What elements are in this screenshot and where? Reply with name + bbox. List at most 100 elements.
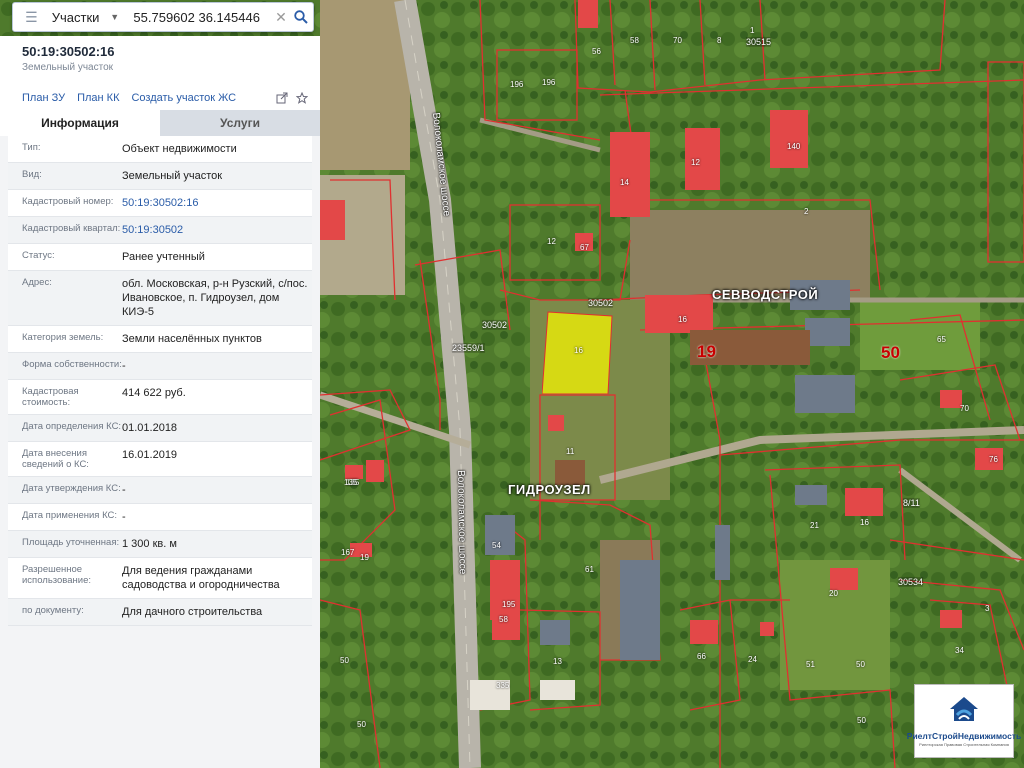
info-row-entry-date: Дата внесения сведений о КС: 16.01.2019	[8, 442, 312, 477]
parcel-number: 14	[620, 178, 629, 187]
info-row-valuation-date: Дата определения КС: 01.01.2018	[8, 415, 312, 442]
info-value: 01.01.2018	[122, 422, 178, 434]
object-type-subtitle: Земельный участок	[22, 62, 114, 73]
parcel-number: 50	[856, 660, 865, 669]
parcel-number: 13	[553, 657, 562, 666]
info-value: Для ведения гражданами садоводства и ого…	[122, 565, 280, 591]
info-key: Разрешенное использование:	[22, 564, 92, 586]
panel-links: План ЗУ План КК Создать участок ЖС	[0, 86, 320, 110]
search-bar: ☰ Участки ▼ ✕	[12, 2, 314, 32]
panel-tabs: Информация Услуги	[0, 110, 320, 136]
parcel-number: 2	[804, 207, 809, 216]
parcel-number: 67	[580, 243, 589, 252]
district-number-19: 19	[697, 342, 716, 361]
menu-icon[interactable]: ☰	[21, 3, 42, 31]
parcel-number: 140	[787, 142, 801, 151]
parcel-number: 19	[360, 553, 369, 562]
highway-label-bottom: Волоколамское шоссе	[455, 470, 468, 575]
info-key: Адрес:	[22, 277, 52, 288]
search-input[interactable]	[123, 9, 274, 25]
info-row-cadastral-number: Кадастровый номер: 50:19:30502:16	[8, 190, 312, 217]
layer-select[interactable]: Участки	[42, 10, 110, 25]
info-value: обл. Московская, р-н Рузский, с/пос. Ива…	[122, 278, 308, 318]
info-row-ownership: Форма собственности: -	[8, 353, 312, 380]
locality-label-gidrouzel: ГИДРОУЗЕЛ	[508, 482, 591, 497]
info-key: Кадастровый квартал:	[22, 223, 121, 234]
info-value: 16.01.2019	[122, 449, 178, 461]
info-value: -	[122, 484, 126, 496]
info-key: Площадь уточненная:	[22, 537, 120, 548]
info-panel: 50:19:30502:16 Земельный участок План ЗУ…	[0, 36, 320, 768]
info-row-address: Адрес: обл. Московская, р-н Рузский, с/по…	[8, 271, 312, 326]
parcel-number: 51	[806, 660, 815, 669]
info-value: Объект недвижимости	[122, 143, 237, 155]
parcel-number: 58	[630, 36, 639, 45]
info-key: Кадастровая стоимость:	[22, 386, 79, 408]
info-value: -	[122, 360, 126, 372]
info-row-cadastral-quarter: Кадастровый квартал: 50:19:30502	[8, 217, 312, 244]
star-icon[interactable]	[295, 91, 309, 109]
parcel-number: 196	[542, 78, 556, 87]
cadastral-number-link[interactable]: 50:19:30502:16	[122, 196, 312, 210]
parcel-number: 21	[810, 521, 819, 530]
cadastral-number-title: 50:19:30502:16	[22, 44, 115, 59]
parcel-number: 24	[748, 655, 757, 664]
plan-zu-link[interactable]: План ЗУ	[22, 92, 65, 104]
logo-tagline: Риелторская Правовая Строительная Компан…	[919, 742, 1009, 747]
parcel-number: 167	[341, 548, 355, 557]
create-parcel-link[interactable]: Создать участок ЖС	[131, 92, 236, 104]
info-key: Дата применения КС:	[22, 510, 118, 521]
info-row-cadastral-value: Кадастровая стоимость: 414 622 руб.	[8, 380, 312, 415]
info-row-application-date: Дата применения КС: -	[8, 504, 312, 531]
info-key: Дата утверждения КС:	[22, 483, 121, 494]
parcel-number: 1	[750, 26, 755, 35]
logo-brand: РиелтСтройНедвижимость	[906, 731, 1022, 741]
plan-kk-link[interactable]: План КК	[77, 92, 119, 104]
selected-parcel-number: 16	[574, 346, 583, 355]
selected-parcel[interactable]: 16	[542, 310, 614, 394]
parcel-number: 16	[678, 315, 687, 324]
info-value: Ранее учтенный	[122, 251, 205, 263]
company-logo: РиелтСтройНедвижимость Риелторская Право…	[907, 684, 1021, 758]
parcel-number: 65	[937, 335, 946, 344]
parcel-number: 50	[357, 720, 366, 729]
parcel-number: 16	[860, 518, 869, 527]
info-key: Дата внесения сведений о КС:	[22, 448, 89, 470]
quarter-code: 30502	[588, 298, 614, 308]
info-key: Дата определения КС:	[22, 421, 122, 432]
cadastral-quarter-link[interactable]: 50:19:30502	[122, 223, 312, 237]
parcel-number: 58	[499, 615, 508, 624]
info-row-by-document: по документу: Для дачного строительства	[8, 599, 312, 626]
quarter-code: 30534	[898, 577, 924, 587]
close-icon[interactable]: ✕	[273, 9, 288, 26]
info-value: Для дачного строительства	[122, 606, 263, 618]
info-key: Форма собственности:	[22, 359, 122, 370]
house-icon	[947, 695, 981, 728]
search-icon[interactable]	[288, 4, 313, 30]
quarter-code: 30502	[482, 320, 508, 330]
info-key: Категория земель:	[22, 332, 104, 343]
info-key: Кадастровый номер:	[22, 196, 114, 207]
parcel-number: 12	[547, 237, 556, 246]
district-number-50: 50	[881, 343, 900, 362]
info-row-status: Статус: Ранее учтенный	[8, 244, 312, 271]
parcel-number: 11	[566, 447, 575, 456]
parcel-number: 61	[585, 565, 594, 574]
info-key: по документу:	[22, 605, 84, 616]
parcel-number: 70	[960, 404, 969, 413]
tab-services[interactable]: Услуги	[160, 110, 320, 136]
parcel-number: 195	[502, 600, 516, 609]
parcel-number: 335	[496, 681, 510, 690]
info-value: -	[122, 511, 126, 523]
tab-info[interactable]: Информация	[0, 110, 160, 136]
info-value: Земельный участок	[122, 170, 223, 182]
parcel-number: 66	[697, 652, 706, 661]
info-value: Земли населённых пунктов	[122, 333, 262, 345]
parcel-number: 3	[985, 604, 990, 613]
share-icon[interactable]	[276, 91, 288, 109]
chevron-down-icon[interactable]: ▼	[110, 12, 123, 22]
info-key: Тип:	[22, 142, 41, 153]
info-value: 414 622 руб.	[122, 387, 186, 399]
parcel-number: 135	[344, 478, 358, 487]
info-value: 1 300 кв. м	[122, 538, 177, 550]
